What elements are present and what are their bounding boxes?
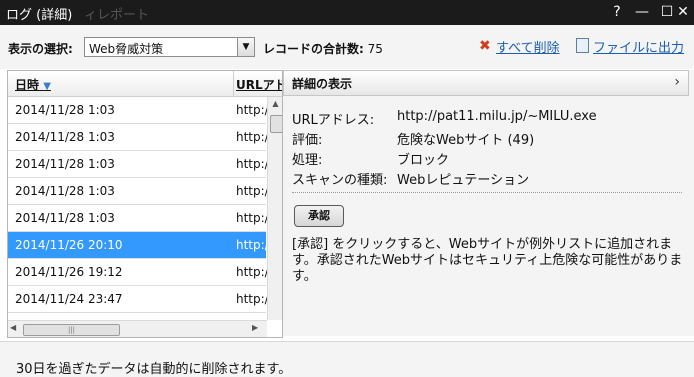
scroll-up-icon[interactable]: ▲ bbox=[268, 97, 282, 111]
row-url: http:/ bbox=[236, 130, 269, 144]
window-title-ghost: ィレポート bbox=[84, 8, 150, 23]
scroll-right-icon[interactable]: ▶ bbox=[252, 323, 258, 332]
approve-button[interactable]: 承認 bbox=[294, 205, 344, 227]
scroll-thumb-horizontal[interactable]: ||| bbox=[23, 324, 120, 336]
row-url: http:/ bbox=[236, 238, 269, 252]
field-value: 危険なWebサイト (49) bbox=[397, 133, 535, 148]
record-total-count: 75 bbox=[367, 42, 383, 56]
table-row[interactable]: 2014/11/28 1:03 http:/ bbox=[8, 124, 269, 151]
record-total-label: レコードの合計数: bbox=[263, 42, 364, 56]
toolbar: 表示の選択: Web脅威対策 ▼ レコードの合計数: 75 ✖ すべて削除 ファ… bbox=[0, 25, 694, 69]
field-label: スキャンの種類: bbox=[292, 173, 388, 188]
row-date: 2014/11/28 1:03 bbox=[15, 130, 115, 144]
title-bar[interactable]: ログ (詳細) ィレポート ? — ☐ ✕ bbox=[0, 0, 694, 25]
row-date: 2014/11/28 1:03 bbox=[15, 184, 115, 198]
table-row[interactable]: 2014/11/24 23:47 http:/ bbox=[8, 286, 269, 313]
field-label: 処理: bbox=[292, 153, 323, 168]
list-header: 日時 ▼ URLアドレス bbox=[8, 71, 282, 97]
field-label: 評価: bbox=[292, 133, 323, 148]
window-title: ログ (詳細) bbox=[6, 8, 73, 23]
vertical-scrollbar[interactable]: ▲ bbox=[267, 97, 282, 320]
column-divider[interactable] bbox=[233, 71, 234, 96]
sort-desc-icon: ▼ bbox=[43, 81, 51, 92]
table-row[interactable]: 2014/11/28 1:03 http:/ bbox=[8, 205, 269, 232]
detail-title: 詳細の表示 bbox=[292, 77, 353, 91]
row-url: http:/ bbox=[236, 103, 269, 117]
divider bbox=[0, 341, 694, 342]
row-date: 2014/11/26 19:12 bbox=[15, 265, 123, 279]
row-url: http:/ bbox=[236, 184, 269, 198]
log-detail-window: ログ (詳細) ィレポート ? — ☐ ✕ 表示の選択: Web脅威対策 ▼ レ… bbox=[0, 0, 694, 377]
log-list: 日時 ▼ URLアドレス 2014/11/28 1:03http:/2014/1… bbox=[7, 70, 283, 338]
scroll-left-icon[interactable]: ◀ bbox=[10, 323, 16, 332]
row-date: 2014/11/24 23:47 bbox=[15, 292, 123, 306]
row-date: 2014/11/28 1:03 bbox=[15, 103, 115, 117]
export-link[interactable]: ファイルに出力 bbox=[593, 37, 684, 56]
chevron-down-icon[interactable]: ▼ bbox=[237, 38, 254, 56]
filter-select-value: Web脅威対策 bbox=[89, 42, 164, 56]
row-date: 2014/11/26 20:10 bbox=[15, 238, 123, 252]
row-url: http:/ bbox=[236, 265, 269, 279]
export-file-icon[interactable] bbox=[576, 38, 589, 53]
table-row[interactable]: 2014/11/26 19:12 http:/ bbox=[8, 259, 269, 286]
help-button[interactable]: ? bbox=[606, 2, 628, 22]
delete-icon[interactable]: ✖ bbox=[479, 38, 491, 54]
row-url: http:/ bbox=[236, 292, 269, 306]
minimize-button[interactable]: — bbox=[631, 2, 653, 22]
table-row[interactable]: 2014/11/28 1:03 http:/ bbox=[8, 151, 269, 178]
column-header-url[interactable]: URLアドレス bbox=[236, 76, 282, 93]
row-date: 2014/11/28 1:03 bbox=[15, 157, 115, 171]
detail-header[interactable]: 詳細の表示 › bbox=[283, 70, 689, 96]
field-value: Webレピュテーション bbox=[397, 173, 530, 188]
table-row[interactable]: 2014/11/28 1:03 http:/ bbox=[8, 97, 269, 124]
chevron-right-icon[interactable]: › bbox=[674, 74, 680, 90]
column-header-date[interactable]: 日時 ▼ bbox=[15, 76, 51, 93]
column-header-date-label: 日時 bbox=[15, 78, 40, 92]
horizontal-scrollbar[interactable]: ◀ ||| ▶ bbox=[8, 320, 267, 337]
detail-panel: 詳細の表示 › URLアドレス: http://pat11.milu.jp/~M… bbox=[283, 70, 694, 336]
close-button[interactable]: ✕ bbox=[672, 2, 694, 22]
divider bbox=[292, 192, 682, 193]
row-url: http:/ bbox=[236, 211, 269, 225]
table-row[interactable]: 2014/11/28 1:03 http:/ bbox=[8, 178, 269, 205]
row-date: 2014/11/28 1:03 bbox=[15, 211, 115, 225]
field-label: URLアドレス: bbox=[292, 113, 375, 128]
list-rows: 2014/11/28 1:03 http:/ 2014/11/28 1:03 http… bbox=[8, 97, 269, 313]
row-url: http:/ bbox=[236, 157, 269, 171]
filter-select[interactable]: Web脅威対策 ▼ bbox=[84, 37, 255, 57]
field-value: http://pat11.milu.jp/~MILU.exe bbox=[397, 109, 597, 124]
footer: 30日を過ぎたデータは自動的に削除されます。 bbox=[0, 341, 694, 377]
scroll-thumb[interactable] bbox=[270, 115, 282, 133]
approve-note: [承認] をクリックすると、Webサイトが例外リストに追加されます。承認されたW… bbox=[292, 237, 683, 284]
table-row[interactable]: 2014/11/26 20:10 http:/ bbox=[8, 232, 269, 259]
delete-all-link[interactable]: すべて削除 bbox=[496, 37, 560, 56]
field-value: ブロック bbox=[397, 153, 450, 168]
filter-label: 表示の選択: bbox=[8, 42, 73, 56]
record-total: レコードの合計数: 75 bbox=[263, 40, 383, 57]
footer-notice: 30日を過ぎたデータは自動的に削除されます。 bbox=[16, 362, 292, 377]
